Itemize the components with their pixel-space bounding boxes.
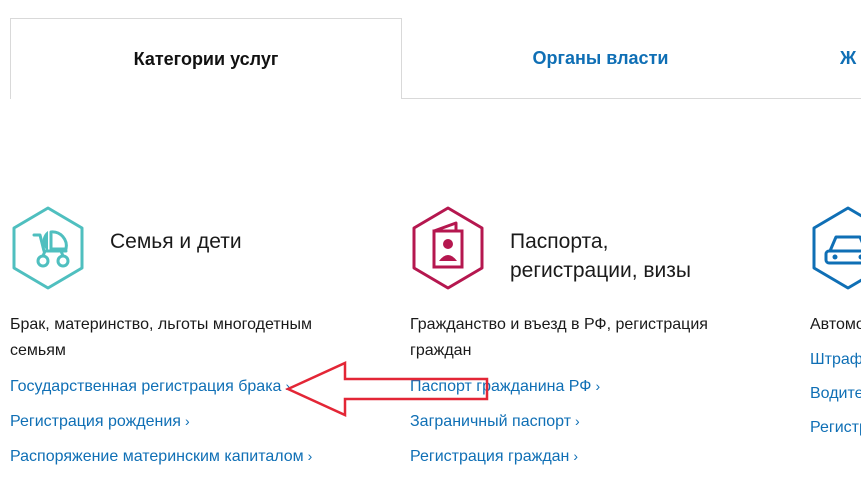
chevron-right-icon: › <box>595 378 601 394</box>
link-vehicle-registration[interactable]: Регистр <box>810 418 861 438</box>
link-maternity-capital[interactable]: Распоряжение материнским капиталом › <box>10 446 390 467</box>
category-family: Семья и дети Брак, материнство, льготы м… <box>10 205 390 481</box>
category-description: Брак, материнство, льготы многодетным се… <box>10 316 312 359</box>
category-transport: Автомо трансп Штраф Водите Регистр <box>810 205 861 452</box>
link-fines[interactable]: Штраф <box>810 350 861 370</box>
category-header[interactable] <box>810 205 861 291</box>
category-description: Гражданство и въезд в РФ, регистрация гр… <box>410 316 708 359</box>
tab-label: Категории услуг <box>133 48 279 69</box>
tab-label: Ж <box>840 47 857 68</box>
link-driver[interactable]: Водите <box>810 384 861 404</box>
category-title: Семья и дети <box>110 230 242 253</box>
car-icon <box>812 206 861 290</box>
tab-divider <box>402 98 861 99</box>
tab-life-situations[interactable]: Ж <box>840 18 861 98</box>
category-title: Паспорта, регистрации, визы <box>510 230 691 282</box>
chevron-right-icon: › <box>575 413 580 429</box>
category-passports: Паспорта, регистрации, визы Гражданство … <box>410 205 790 481</box>
baby-stroller-icon <box>12 206 84 290</box>
chevron-right-icon: › <box>307 448 313 464</box>
category-tabs: Категории услуг Органы власти Ж <box>0 0 861 99</box>
link-citizen-registration[interactable]: Регистрация граждан › <box>410 446 790 467</box>
tab-authorities[interactable]: Органы власти <box>403 18 798 98</box>
tab-service-categories[interactable]: Категории услуг <box>10 18 402 99</box>
chevron-right-icon: › <box>184 413 190 429</box>
chevron-right-icon: › <box>573 448 579 464</box>
annotation-arrow-icon <box>285 361 489 417</box>
tab-label: Органы власти <box>532 47 669 68</box>
category-links: Штраф Водите Регистр <box>810 350 861 438</box>
passport-icon <box>412 206 484 290</box>
category-header[interactable]: Паспорта, регистрации, визы <box>410 205 790 291</box>
category-description: Автомо трансп <box>810 316 861 333</box>
category-header[interactable]: Семья и дети <box>10 205 390 291</box>
